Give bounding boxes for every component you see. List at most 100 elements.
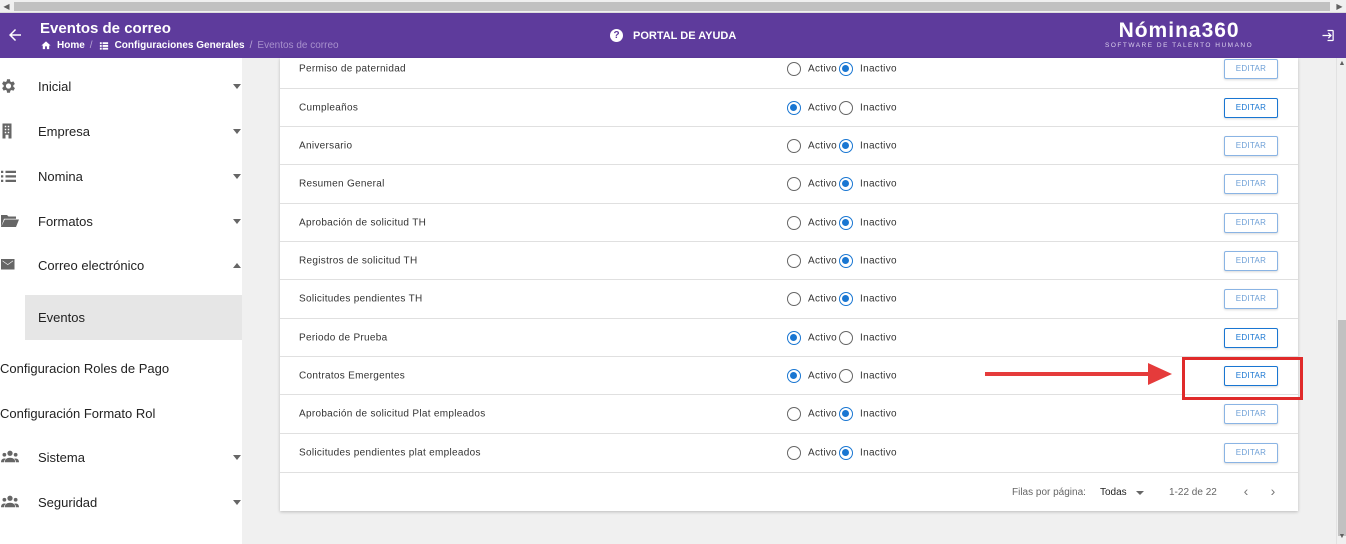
table-row: Permiso de paternidad Activo Inactivo EDITA… (280, 50, 1298, 89)
inactive-radio[interactable] (839, 62, 853, 76)
help-portal-link[interactable]: ? PORTAL DE AYUDA (610, 29, 736, 42)
sidebar-item-empresa[interactable]: Empresa (0, 109, 242, 153)
annotation-arrow-shaft (985, 372, 1153, 376)
inactive-radio[interactable] (839, 330, 853, 345)
inactive-label: Inactivo (860, 102, 897, 113)
table-row: Cumpleaños Activo Inactivo EDITAR (280, 89, 1298, 127)
rows-per-page-select[interactable]: Todas (1100, 487, 1127, 498)
inactive-label: Inactivo (860, 178, 897, 190)
active-radio[interactable] (787, 407, 801, 421)
edit-button[interactable]: EDITAR (1224, 97, 1278, 118)
folder-icon (1, 215, 19, 227)
active-radio[interactable] (787, 330, 801, 345)
active-radio[interactable] (787, 253, 801, 268)
horizontal-scrollbar[interactable]: ◀ ▶ (0, 0, 1346, 13)
chevron-left-icon[interactable]: ‹ (1237, 482, 1255, 500)
chevron-down-icon (233, 128, 241, 134)
edit-button[interactable]: EDITAR (1224, 443, 1278, 463)
chevron-down-icon (233, 454, 241, 460)
active-label: Activo (808, 370, 838, 381)
event-name: Solicitudes pendientes plat empleados (299, 447, 481, 459)
sidebar-item-seguridad[interactable]: Seguridad (0, 480, 242, 524)
scroll-up-icon[interactable]: ▲ (1337, 59, 1346, 69)
event-name: Registros de solicitud TH (299, 255, 418, 266)
edit-button[interactable]: EDITAR (1224, 289, 1278, 309)
sidebar-item-label: Eventos (38, 310, 85, 325)
edit-button[interactable]: EDITAR (1224, 404, 1278, 424)
active-radio[interactable] (787, 138, 801, 153)
edit-button[interactable]: EDITAR (1224, 250, 1278, 271)
inactive-radio[interactable] (839, 368, 853, 383)
chevron-down-icon (233, 173, 241, 179)
logout-icon[interactable] (1320, 28, 1335, 43)
inactive-radio[interactable] (839, 100, 853, 115)
inactive-radio[interactable] (839, 215, 853, 230)
sidebar-item-label: Empresa (38, 123, 91, 139)
sidebar-item-label: Configuración Formato Rol (0, 405, 156, 421)
chevron-right-icon[interactable]: › (1264, 482, 1282, 500)
sidebar-item-config-roles[interactable]: Configuracion Roles de Pago (0, 346, 242, 390)
active-radio[interactable] (787, 368, 801, 383)
inactive-label: Inactivo (860, 140, 897, 151)
edit-button[interactable]: EDITAR (1224, 135, 1278, 156)
active-radio[interactable] (787, 446, 801, 460)
breadcrumb-configuraciones[interactable]: Configuraciones Generales (115, 40, 245, 51)
active-radio[interactable] (787, 62, 801, 76)
table-row: Contratos Emergentes Activo Inactivo EDITAR (280, 357, 1298, 395)
event-name: Resumen General (299, 178, 385, 190)
breadcrumb-home[interactable]: Home (57, 40, 85, 51)
people-icon (1, 450, 19, 463)
active-radio[interactable] (787, 100, 801, 115)
scroll-right-icon[interactable]: ▶ (1333, 0, 1346, 13)
pagination-range: 1-22 de 22 (1169, 487, 1217, 498)
inactive-radio[interactable] (839, 407, 853, 421)
back-arrow-icon[interactable] (6, 26, 24, 44)
active-label: Activo (808, 332, 838, 343)
help-icon: ? (610, 29, 623, 42)
sidebar-item-inicial[interactable]: Inicial (0, 64, 242, 108)
active-radio[interactable] (787, 292, 801, 306)
select-caret-icon[interactable] (1136, 491, 1144, 495)
sidebar-item-config-formato-rol[interactable]: Configuración Formato Rol (0, 391, 242, 435)
scroll-left-icon[interactable]: ◀ (0, 0, 13, 13)
active-radio[interactable] (787, 177, 801, 191)
page-title: Eventos de correo (40, 20, 171, 37)
edit-button[interactable]: EDITAR (1224, 59, 1278, 79)
inactive-radio[interactable] (839, 253, 853, 268)
active-label: Activo (808, 140, 838, 151)
inactive-label: Inactivo (860, 63, 897, 75)
sidebar-item-sistema[interactable]: Sistema (0, 435, 242, 479)
sidebar-item-correo[interactable]: Correo electrónico (0, 243, 242, 287)
active-label: Activo (808, 102, 838, 113)
inactive-radio[interactable] (839, 138, 853, 153)
scroll-down-icon[interactable]: ▼ (1337, 532, 1346, 542)
brand-logo: Nómina360 SOFTWARE DE TALENTO HUMANO (1105, 20, 1254, 50)
breadcrumb-separator: / (249, 40, 253, 51)
brand-tagline: SOFTWARE DE TALENTO HUMANO (1105, 42, 1254, 49)
inactive-radio[interactable] (839, 446, 853, 460)
sidebar-item-formatos[interactable]: Formatos (0, 199, 242, 243)
table-row: Aprobación de solicitud Plat empleados Ac… (280, 395, 1298, 434)
event-name: Solicitudes pendientes TH (299, 293, 423, 305)
sidebar-item-nomina[interactable]: Nomina (0, 154, 242, 198)
inactive-radio[interactable] (839, 177, 853, 191)
active-radio[interactable] (787, 215, 801, 230)
home-icon (41, 41, 51, 50)
edit-button[interactable]: EDITAR (1224, 327, 1278, 348)
vertical-scroll-thumb[interactable] (1338, 320, 1346, 536)
active-label: Activo (808, 447, 838, 459)
table-row: Aprobación de solicitud TH Activo Inactivo… (280, 204, 1298, 242)
sidebar-item-label: Nomina (38, 168, 83, 184)
inactive-label: Inactivo (860, 293, 897, 305)
sidebar-item-label: Inicial (38, 78, 72, 94)
list-icon (1, 170, 16, 182)
breadcrumb-separator: / (89, 40, 93, 51)
vertical-scrollbar[interactable]: ▲ ▼ (1336, 58, 1346, 544)
horizontal-scroll-thumb[interactable] (14, 2, 1330, 11)
edit-button[interactable]: EDITAR (1224, 212, 1278, 233)
active-label: Activo (808, 255, 838, 266)
inactive-radio[interactable] (839, 292, 853, 306)
event-name: Aniversario (299, 140, 353, 151)
sidebar-item-eventos[interactable]: Eventos (25, 295, 242, 340)
edit-button[interactable]: EDITAR (1224, 174, 1278, 194)
